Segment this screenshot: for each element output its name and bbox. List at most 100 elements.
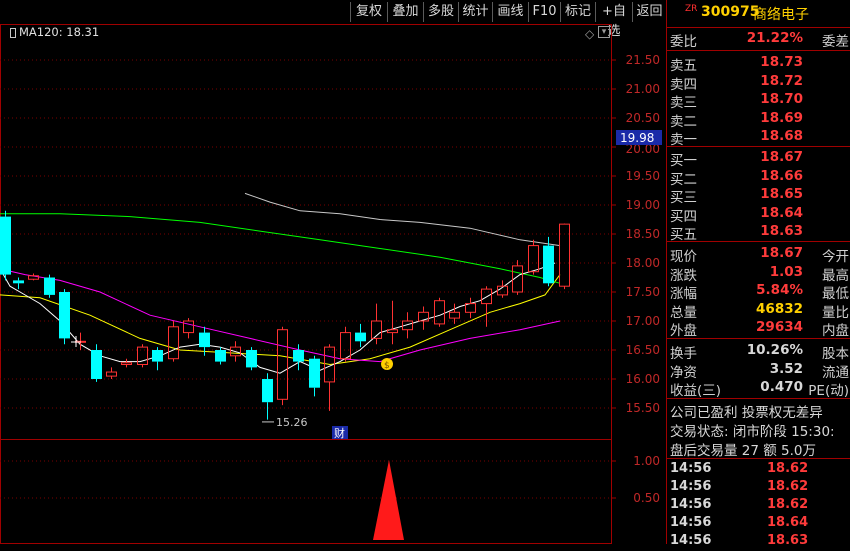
fundamental-row-right-label: 流通: [822, 364, 849, 381]
ask-level: 卖一 18.68: [667, 128, 850, 148]
chart-toolbar: 复权 叠加 多股 统计 画线 F10 标记 +自选 返回: [0, 0, 666, 39]
stat-row-right-label: 今开: [822, 249, 849, 265]
stat-row-right-label: 内盘: [822, 323, 849, 339]
tick-time: 14:56: [670, 479, 712, 494]
back-button[interactable]: 返回: [632, 2, 666, 22]
fundamental-row-right-label: 股本: [822, 346, 849, 362]
divider: [667, 146, 850, 147]
candle-body-up: [121, 362, 132, 366]
low-marker-label: 15.26: [276, 416, 308, 429]
weibi-row: 委比 21.22% 委差: [670, 30, 849, 50]
volume-tick-label: 0.50: [633, 491, 660, 505]
money-bag-symbol: $: [384, 361, 390, 371]
price-tick-label: 19.50: [626, 169, 660, 183]
volume-signal-triangle: [373, 460, 404, 540]
ask-level-value: 18.73: [760, 54, 803, 70]
bid-level: 买四 18.64: [667, 205, 850, 225]
candle-body-down: [59, 292, 70, 339]
candle-body-down: [246, 350, 257, 368]
price-tick-label: 16.50: [626, 343, 660, 357]
stat-row-label: 总量: [670, 304, 697, 321]
stock-code: 300975: [701, 4, 760, 20]
bid-level-label: 买三: [670, 190, 697, 206]
tick-row: 14:56 18.62: [667, 497, 850, 515]
ask-level-value: 18.70: [760, 91, 803, 107]
divider: [667, 398, 850, 399]
multi-stock-button[interactable]: 多股: [423, 2, 458, 22]
stat-row: 涨跌 1.03 最高: [667, 263, 850, 284]
candle-body-down: [152, 350, 163, 362]
fuquan-button[interactable]: 复权: [350, 2, 387, 22]
stock-terminal: 复权 叠加 多股 统计 画线 F10 标记 +自选 返回 21.50 21.00 2…: [0, 0, 850, 548]
stat-row-value: 46832: [756, 300, 803, 317]
stat-row-value: 29634: [756, 319, 803, 335]
fundamental-row-label: 收益(三): [670, 383, 722, 399]
stat-row-value: 1.03: [769, 263, 803, 280]
add-watchlist-button[interactable]: +自选: [595, 2, 632, 39]
ask-level-value: 18.68: [760, 128, 803, 144]
ma120-text: MA120: 18.31: [19, 25, 100, 39]
ask-level-label: 卖一: [670, 132, 697, 148]
price-tick-label: 17.50: [626, 285, 660, 299]
ma10-line: [0, 274, 561, 366]
stat-row-label: 现价: [670, 249, 697, 265]
candle-body-down: [0, 216, 11, 275]
chart-frame: [0, 24, 612, 544]
tick-row: 14:56 18.62: [667, 461, 850, 479]
ask-level-label: 卖三: [670, 95, 697, 111]
candle-body-down: [44, 277, 55, 295]
candle-body-down: [91, 350, 102, 379]
candle-body-up: [481, 288, 492, 305]
price-tick-label: 21.00: [626, 82, 660, 96]
candle-body-up: [340, 332, 351, 360]
fundamental-row-right-label: PE(动): [808, 383, 849, 399]
collapse-icon[interactable]: ▾: [598, 26, 610, 38]
candle-body-down: [13, 280, 24, 284]
stat-row-label: 外盘: [670, 323, 697, 339]
trade-status-line: 交易状态: 闭市阶段 15:30:: [670, 424, 835, 438]
stock-name: 商络电子: [753, 7, 809, 23]
ma120-label: MA120: 18.31: [10, 25, 99, 39]
fundamental-row: 换手 10.26% 股本: [667, 342, 850, 362]
fundamental-row-value: 0.470: [760, 379, 803, 395]
stat-row: 现价 18.67 今开: [667, 245, 850, 265]
stat-row-label: 涨幅: [670, 286, 697, 302]
stat-row-right-label: 最高: [822, 267, 849, 284]
ask-level-label: 卖五: [670, 58, 697, 74]
tick-price: 18.62: [767, 497, 809, 512]
candle-body-up: [387, 329, 398, 334]
fundamental-row-value: 10.26%: [746, 342, 803, 358]
ma20-line: [0, 268, 561, 363]
overlay-button[interactable]: 叠加: [387, 2, 423, 22]
candle-body-up: [106, 371, 117, 377]
price-tick-label: 16.00: [626, 372, 660, 386]
stat-row-label: 涨跌: [670, 267, 697, 284]
tick-price: 18.62: [767, 479, 809, 494]
price-tick-label: 15.50: [626, 401, 660, 415]
bid-level-value: 18.65: [760, 186, 803, 202]
mark-button[interactable]: 标记: [560, 2, 595, 22]
price-tick-label: 18.50: [626, 227, 660, 241]
ask-level-label: 卖四: [670, 76, 697, 93]
statistics-button[interactable]: 统计: [458, 2, 492, 22]
candle-body-up: [434, 300, 445, 325]
volume-panel: [373, 460, 404, 540]
moving-average-lines: [0, 192, 561, 374]
price-tick-label: 17.00: [626, 314, 660, 328]
bid-level-label: 买五: [670, 227, 697, 243]
finance-badge-label: 财: [334, 426, 345, 440]
ma120-line: [244, 192, 561, 247]
f10-button[interactable]: F10: [528, 2, 560, 22]
draw-line-button[interactable]: 画线: [492, 2, 528, 22]
company-status-line: 公司已盈利 投票权无差异: [670, 405, 823, 419]
tick-time: 14:56: [670, 497, 712, 512]
fundamental-row-label: 净资: [670, 364, 697, 381]
price-tick-label: 18.00: [626, 256, 660, 270]
tick-time: 14:56: [670, 533, 712, 548]
kline-chart[interactable]: 21.50 21.00 20.50 19.50 19.00 18.50 18.00 17.50…: [0, 24, 666, 544]
tick-row: 14:56 18.62: [667, 479, 850, 497]
ask-level-value: 18.69: [760, 109, 803, 126]
price-tick-label: 21.50: [626, 53, 660, 67]
diamond-icon[interactable]: ◇: [585, 27, 594, 41]
ma-toggle-icon[interactable]: [10, 27, 16, 38]
